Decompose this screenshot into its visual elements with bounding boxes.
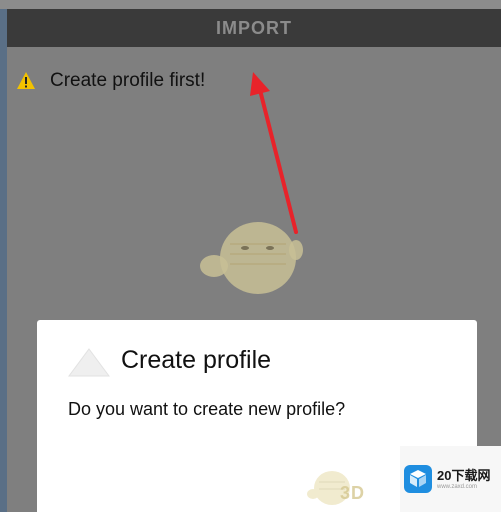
dialog-message: Do you want to create new profile? bbox=[68, 399, 346, 419]
profile-icon bbox=[68, 348, 110, 377]
watermark-badge: 20下载网 www.zaxd.com bbox=[400, 446, 501, 512]
cube-logo-icon bbox=[404, 465, 432, 493]
watermark-subtext: www.zaxd.com bbox=[437, 484, 478, 490]
watermark-brand: 20下载网 bbox=[437, 468, 491, 483]
watermark-mascot-icon bbox=[200, 222, 303, 294]
dialog-title: Create profile bbox=[121, 346, 272, 374]
watermark-text: 3D bbox=[340, 483, 366, 503]
